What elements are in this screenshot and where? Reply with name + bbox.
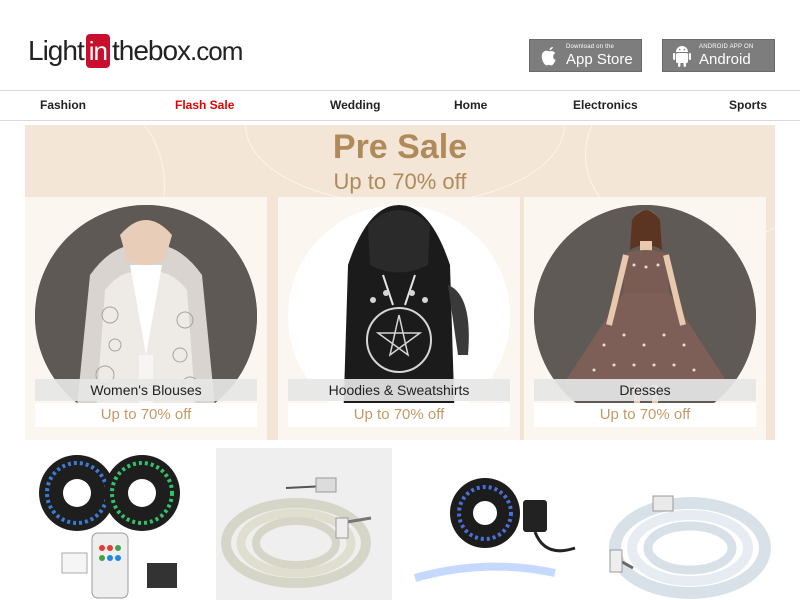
- product-image-led-strip-roll: [216, 448, 392, 600]
- category-card-hoodies[interactable]: Hoodies & Sweatshirts Up to 70% off: [278, 197, 520, 440]
- nav-item-home[interactable]: Home: [454, 98, 487, 112]
- logo-text-in: in: [85, 34, 110, 68]
- banner-title: Pre Sale: [332, 128, 468, 166]
- nav-item-sports[interactable]: Sports: [729, 98, 767, 112]
- product-tile-led-strip-coil[interactable]: [605, 448, 785, 600]
- pre-sale-banner[interactable]: Pre Sale Up to 70% off Women's Blouses U…: [25, 125, 775, 440]
- product-image-led-strip-kit: [405, 448, 595, 600]
- product-image-led-strip-coil: [605, 448, 785, 600]
- nav-item-electronics[interactable]: Electronics: [573, 98, 638, 112]
- app-store-caption: Download on the: [566, 44, 615, 50]
- main-nav: Fashion Flash Sale Wedding Home Electron…: [0, 90, 800, 121]
- category-label: Women's Blouses: [35, 379, 257, 401]
- site-header: Light in thebox .com Download on the App…: [0, 0, 800, 90]
- logo-text-light: Light: [28, 35, 85, 66]
- nav-item-wedding[interactable]: Wedding: [330, 98, 380, 112]
- category-promo: Up to 70% off: [35, 403, 257, 427]
- category-promo: Up to 70% off: [288, 403, 510, 427]
- app-store-button[interactable]: Download on the App Store: [529, 39, 642, 72]
- banner-subtitle: Up to 70% off: [333, 169, 467, 194]
- product-tile-led-strip-roll[interactable]: [216, 448, 392, 600]
- nav-item-flash-sale[interactable]: Flash Sale: [175, 98, 234, 112]
- category-label: Dresses: [534, 379, 756, 401]
- category-promo: Up to 70% off: [534, 403, 756, 427]
- android-button[interactable]: ANDROID APP ON Android: [662, 39, 775, 72]
- android-icon: [669, 43, 695, 69]
- android-label: Android: [699, 51, 751, 68]
- category-card-womens-blouses[interactable]: Women's Blouses Up to 70% off: [25, 197, 267, 440]
- logo-text-dotcom: .com: [190, 35, 243, 66]
- logo-text-thebox: thebox: [111, 35, 191, 66]
- site-logo[interactable]: Light in thebox .com: [28, 34, 243, 68]
- product-tile-led-strip-kit[interactable]: [405, 448, 595, 600]
- category-card-dresses[interactable]: Dresses Up to 70% off: [524, 197, 766, 440]
- nav-item-fashion[interactable]: Fashion: [40, 98, 86, 112]
- app-store-label: App Store: [566, 51, 633, 68]
- product-image-rgb-led-strip: [22, 448, 212, 600]
- android-caption: ANDROID APP ON: [699, 44, 754, 50]
- product-tile-rgb-led-strip[interactable]: [22, 448, 212, 600]
- category-label: Hoodies & Sweatshirts: [288, 379, 510, 401]
- apple-icon: [536, 43, 562, 69]
